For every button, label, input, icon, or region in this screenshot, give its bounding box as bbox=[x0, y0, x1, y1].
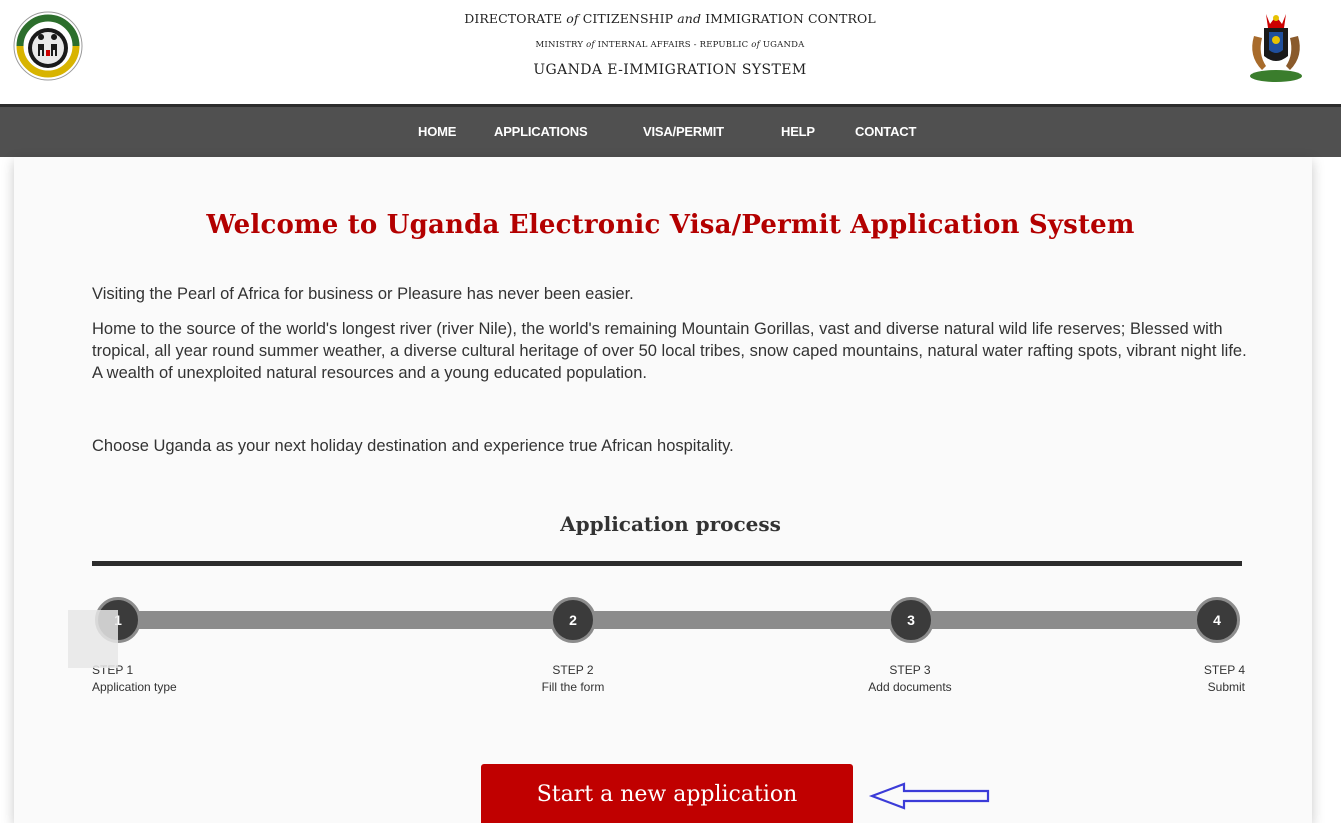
process-title: Application process bbox=[560, 512, 781, 536]
pointer-arrow-icon bbox=[868, 782, 990, 810]
system-title: UGANDA E-IMMIGRATION SYSTEM bbox=[533, 62, 807, 78]
nav-help[interactable]: HELP bbox=[781, 124, 815, 139]
nav-applications[interactable]: APPLICATIONS bbox=[494, 124, 588, 139]
welcome-heading: Welcome to Uganda Electronic Visa/Permit… bbox=[206, 210, 1135, 240]
step-3-desc: Add documents bbox=[868, 680, 952, 694]
step-2-desc: Fill the form bbox=[541, 680, 605, 694]
nav-visa-permit[interactable]: VISA/PERMIT bbox=[643, 124, 724, 139]
start-new-application-button[interactable]: Start a new application bbox=[481, 764, 853, 823]
step-4-title: STEP 4 bbox=[1203, 663, 1245, 677]
step-4-desc: Submit bbox=[1207, 680, 1245, 694]
uganda-coat-of-arms-icon[interactable] bbox=[1236, 6, 1316, 86]
content-card bbox=[14, 157, 1312, 823]
step-2-label: STEP 2 Fill the form bbox=[513, 662, 633, 696]
step-4-label: STEP 4 Submit bbox=[1140, 662, 1245, 696]
intro-paragraph-1: Visiting the Pearl of Africa for busines… bbox=[92, 285, 634, 303]
step-progress-track bbox=[118, 611, 1218, 629]
step-4-circle: 4 bbox=[1194, 597, 1240, 643]
step-2-circle: 2 bbox=[550, 597, 596, 643]
ministry-subtitle: MINISTRY of INTERNAL AFFAIRS - REPUBLIC … bbox=[535, 40, 805, 50]
intro-paragraph-3: Choose Uganda as your next holiday desti… bbox=[92, 437, 734, 455]
step-3-title: STEP 3 bbox=[889, 663, 931, 677]
overlay-artifact bbox=[68, 610, 118, 668]
step-2-title: STEP 2 bbox=[552, 663, 594, 677]
nav-contact[interactable]: CONTACT bbox=[855, 124, 916, 139]
step-3-label: STEP 3 Add documents bbox=[850, 662, 970, 696]
immigration-uganda-logo-icon[interactable] bbox=[12, 10, 84, 82]
main-nav: HOME APPLICATIONS VISA/PERMIT HELP CONTA… bbox=[0, 104, 1341, 157]
step-1-desc: Application type bbox=[92, 680, 177, 694]
process-divider bbox=[92, 561, 1242, 566]
site-header: DIRECTORATE of CITIZENSHIP and IMMIGRATI… bbox=[0, 0, 1341, 104]
intro-paragraph-2: Home to the source of the world's longes… bbox=[92, 320, 1247, 382]
step-3-circle: 3 bbox=[888, 597, 934, 643]
directorate-title: DIRECTORATE of CITIZENSHIP and IMMIGRATI… bbox=[464, 11, 876, 26]
nav-home[interactable]: HOME bbox=[418, 124, 456, 139]
